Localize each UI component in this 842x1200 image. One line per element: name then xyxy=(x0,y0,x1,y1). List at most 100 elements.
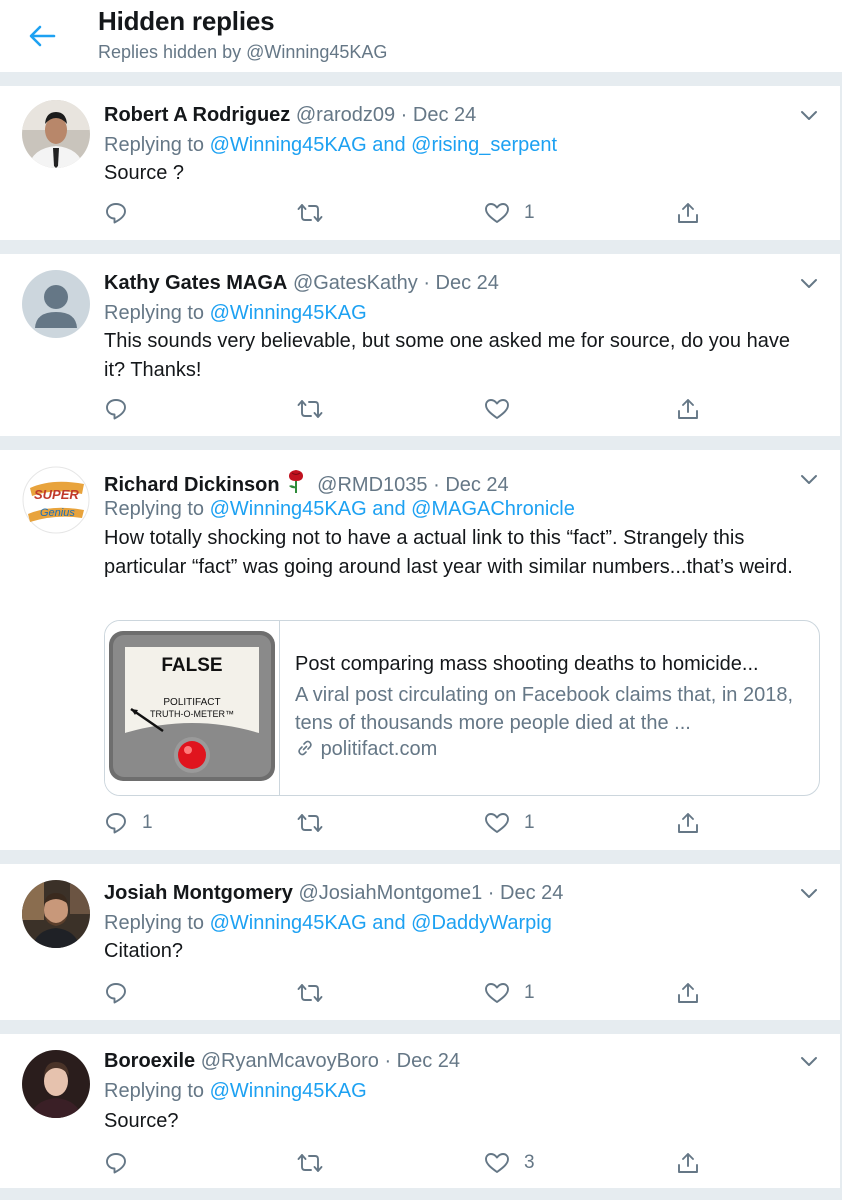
reply-tweet[interactable]: Josiah Montgomery @JosiahMontgome1 · Dec… xyxy=(0,864,842,1020)
user-handle[interactable]: @JosiahMontgome1 xyxy=(298,882,482,904)
tweet-date[interactable]: Dec 24 xyxy=(436,272,499,294)
chevron-down-icon[interactable] xyxy=(800,110,818,122)
separator-dot: · xyxy=(400,104,408,126)
user-name[interactable]: Richard Dickinson xyxy=(104,474,280,496)
like-button[interactable] xyxy=(484,394,524,424)
user-name[interactable]: Boroexile xyxy=(104,1050,195,1072)
user-handle[interactable]: @rarodz09 xyxy=(296,104,395,126)
retweet-icon xyxy=(297,814,323,832)
tweet-header: Robert A Rodriguez @rarodz09 · Dec 24 xyxy=(104,104,476,127)
reply-button[interactable] xyxy=(104,394,142,424)
share-button[interactable] xyxy=(676,978,700,1008)
tweet-date[interactable]: Dec 24 xyxy=(413,104,476,126)
like-button[interactable]: 3 xyxy=(484,1148,535,1178)
separator-dot: · xyxy=(384,1050,392,1072)
reply-button[interactable] xyxy=(104,978,142,1008)
reply-tweet[interactable]: Boroexile @RyanMcavoyBoro · Dec 24 Reply… xyxy=(0,1034,842,1188)
like-button[interactable]: 1 xyxy=(484,198,535,228)
reply-button[interactable] xyxy=(104,198,142,228)
mention-link[interactable]: @Winning45KAG and @MAGAChronicle xyxy=(210,498,575,520)
avatar[interactable] xyxy=(22,100,90,168)
mention-link[interactable]: @Winning45KAG and @rising_serpent xyxy=(210,134,557,156)
separator xyxy=(0,850,842,864)
mention-link[interactable]: @Winning45KAG xyxy=(210,302,367,324)
like-icon xyxy=(485,983,509,1003)
replying-to: Replying to @Winning45KAG and @MAGAChron… xyxy=(104,498,575,520)
tweet-header: Josiah Montgomery @JosiahMontgome1 · Dec… xyxy=(104,882,563,905)
avatar[interactable] xyxy=(22,880,90,948)
chevron-down-icon[interactable] xyxy=(800,1056,818,1068)
reply-icon xyxy=(106,983,126,1004)
separator-dot: · xyxy=(433,474,440,496)
link-card[interactable]: FALSE POLITIFACT TRUTH-O-METER™ Post com… xyxy=(104,620,820,796)
avatar[interactable] xyxy=(22,270,90,338)
tweet-actions xyxy=(104,394,804,424)
like-count: 1 xyxy=(524,982,535,1003)
reply-tweet[interactable]: Robert A Rodriguez @rarodz09 · Dec 24 Re… xyxy=(0,86,842,240)
retweet-button[interactable] xyxy=(297,978,323,1008)
avatar-text: Genius xyxy=(40,507,75,519)
chevron-down-icon[interactable] xyxy=(800,888,818,900)
like-count: 1 xyxy=(524,202,535,223)
user-name[interactable]: Josiah Montgomery xyxy=(104,882,293,904)
tweet-header: Kathy Gates MAGA @GatesKathy · Dec 24 xyxy=(104,272,499,295)
meter-brand: POLITIFACT xyxy=(163,697,220,708)
user-name[interactable]: Robert A Rodriguez xyxy=(104,104,290,126)
retweet-button[interactable] xyxy=(297,1148,323,1178)
reply-count: 1 xyxy=(142,812,153,833)
separator-dot: · xyxy=(487,882,495,904)
like-icon xyxy=(485,1153,509,1173)
share-button[interactable] xyxy=(676,808,700,838)
retweet-icon xyxy=(297,400,323,418)
like-icon xyxy=(485,399,509,419)
replying-to: Replying to @Winning45KAG and @rising_se… xyxy=(104,134,558,156)
user-handle[interactable]: @RyanMcavoyBoro xyxy=(201,1050,379,1072)
share-icon xyxy=(678,203,698,223)
share-button[interactable] xyxy=(676,1148,700,1178)
separator xyxy=(0,72,842,86)
reply-icon xyxy=(106,813,126,834)
replying-to: Replying to @Winning45KAG xyxy=(104,1080,367,1102)
tweet-actions: 1 xyxy=(104,978,804,1008)
share-button[interactable] xyxy=(676,394,700,424)
tweet-text: This sounds very believable, but some on… xyxy=(104,330,790,381)
page-header: Hidden replies Replies hidden by @Winnin… xyxy=(0,0,840,72)
meter-label: FALSE xyxy=(161,655,222,676)
like-count: 3 xyxy=(524,1152,535,1173)
mention-link[interactable]: @Winning45KAG xyxy=(210,1080,367,1102)
user-handle[interactable]: @RMD1035 xyxy=(317,474,427,496)
chevron-down-icon[interactable] xyxy=(800,474,818,486)
tweet-text: Source? xyxy=(104,1110,179,1132)
user-name[interactable]: Kathy Gates MAGA xyxy=(104,272,287,294)
reply-button[interactable]: 1 xyxy=(104,808,153,838)
like-button[interactable]: 1 xyxy=(484,978,535,1008)
share-button[interactable] xyxy=(676,198,700,228)
retweet-icon xyxy=(297,984,323,1002)
retweet-button[interactable] xyxy=(297,198,323,228)
mention-link[interactable]: @Winning45KAG and @DaddyWarpig xyxy=(210,912,552,934)
share-icon xyxy=(678,983,698,1003)
tweet-date[interactable]: Dec 24 xyxy=(500,882,563,904)
reply-tweet[interactable]: SUPER Genius Richard Dickinson @RMD1035 … xyxy=(0,450,842,850)
link-card-domain: politifact.com xyxy=(295,738,437,761)
tweet-header: Richard Dickinson @RMD1035 · Dec 24 xyxy=(104,468,509,497)
retweet-button[interactable] xyxy=(297,394,323,424)
page-subtitle: Replies hidden by @Winning45KAG xyxy=(98,42,388,62)
share-icon xyxy=(678,399,698,419)
like-count: 1 xyxy=(524,812,535,833)
back-arrow-icon[interactable] xyxy=(28,24,56,48)
meter-brand: TRUTH-O-METER™ xyxy=(150,709,234,719)
reply-icon xyxy=(106,203,126,224)
retweet-icon xyxy=(297,1154,323,1172)
user-handle[interactable]: @GatesKathy xyxy=(293,272,418,294)
tweet-actions: 1 xyxy=(104,198,804,228)
reply-button[interactable] xyxy=(104,1148,142,1178)
like-button[interactable]: 1 xyxy=(484,808,535,838)
retweet-button[interactable] xyxy=(297,808,323,838)
tweet-date[interactable]: Dec 24 xyxy=(397,1050,460,1072)
avatar[interactable]: SUPER Genius xyxy=(22,466,90,534)
chevron-down-icon[interactable] xyxy=(800,278,818,290)
avatar[interactable] xyxy=(22,1050,90,1118)
tweet-date[interactable]: Dec 24 xyxy=(445,474,508,496)
reply-tweet[interactable]: Kathy Gates MAGA @GatesKathy · Dec 24 Re… xyxy=(0,254,842,436)
